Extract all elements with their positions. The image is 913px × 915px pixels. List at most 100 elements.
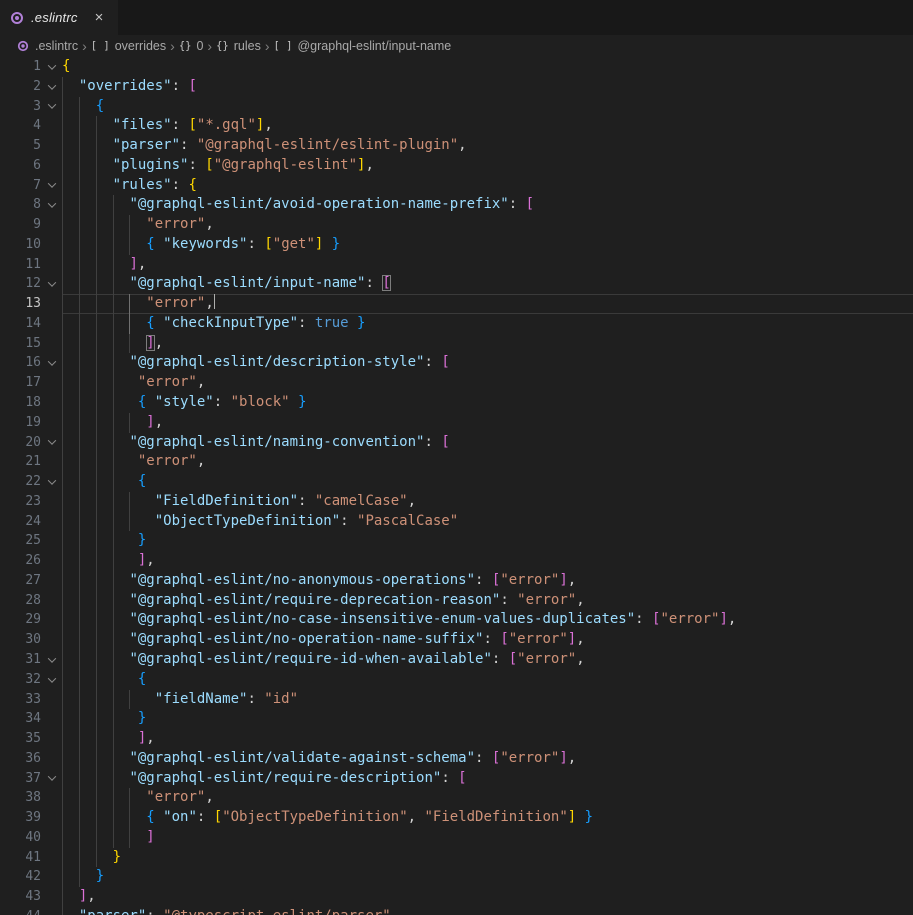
code-line-32[interactable]: 32 { bbox=[0, 670, 913, 690]
fold-chevron-icon[interactable] bbox=[41, 195, 62, 215]
code-line-20[interactable]: 20 "@graphql-eslint/naming-convention": … bbox=[0, 433, 913, 453]
code-text[interactable]: "fieldName": "id" bbox=[62, 690, 913, 710]
code-line-13[interactable]: 13 "error", bbox=[0, 294, 913, 314]
code-text[interactable]: "plugins": ["@graphql-eslint"], bbox=[62, 156, 913, 176]
code-text[interactable]: "@graphql-eslint/no-anonymous-operations… bbox=[62, 571, 913, 591]
breadcrumb-item--eslintrc[interactable]: .eslintrc bbox=[16, 39, 78, 53]
code-text[interactable]: "overrides": [ bbox=[62, 77, 913, 97]
code-line-8[interactable]: 8 "@graphql-eslint/avoid-operation-name-… bbox=[0, 195, 913, 215]
fold-chevron-icon[interactable] bbox=[41, 769, 62, 789]
code-text[interactable]: "@graphql-eslint/require-id-when-availab… bbox=[62, 650, 913, 670]
code-text[interactable]: "@graphql-eslint/description-style": [ bbox=[62, 353, 913, 373]
code-text[interactable]: } bbox=[62, 531, 913, 551]
code-line-39[interactable]: 39 { "on": ["ObjectTypeDefinition", "Fie… bbox=[0, 808, 913, 828]
fold-chevron-icon[interactable] bbox=[41, 97, 62, 117]
code-text[interactable]: { "keywords": ["get"] } bbox=[62, 235, 913, 255]
fold-chevron-icon[interactable] bbox=[41, 57, 62, 77]
code-text[interactable]: "@graphql-eslint/require-description": [ bbox=[62, 769, 913, 789]
code-line-42[interactable]: 42 } bbox=[0, 867, 913, 887]
code-text[interactable]: { bbox=[62, 97, 913, 117]
code-line-18[interactable]: 18 { "style": "block" } bbox=[0, 393, 913, 413]
code-text[interactable]: "rules": { bbox=[62, 176, 913, 196]
code-text[interactable]: "@graphql-eslint/naming-convention": [ bbox=[62, 433, 913, 453]
code-text[interactable]: { bbox=[62, 472, 913, 492]
code-text[interactable]: ], bbox=[62, 255, 913, 275]
code-line-1[interactable]: 1{ bbox=[0, 57, 913, 77]
code-line-26[interactable]: 26 ], bbox=[0, 551, 913, 571]
fold-chevron-icon[interactable] bbox=[41, 176, 62, 196]
fold-chevron-icon[interactable] bbox=[41, 353, 62, 373]
fold-chevron-icon[interactable] bbox=[41, 274, 62, 294]
fold-chevron-icon[interactable] bbox=[41, 670, 62, 690]
code-text[interactable]: "files": ["*.gql"], bbox=[62, 116, 913, 136]
code-text[interactable]: "parser": "@graphql-eslint/eslint-plugin… bbox=[62, 136, 913, 156]
code-text[interactable]: ], bbox=[62, 334, 913, 354]
code-line-7[interactable]: 7 "rules": { bbox=[0, 176, 913, 196]
code-line-15[interactable]: 15 ], bbox=[0, 334, 913, 354]
code-line-12[interactable]: 12 "@graphql-eslint/input-name": [ bbox=[0, 274, 913, 294]
code-line-17[interactable]: 17 "error", bbox=[0, 373, 913, 393]
code-line-11[interactable]: 11 ], bbox=[0, 255, 913, 275]
code-line-21[interactable]: 21 "error", bbox=[0, 452, 913, 472]
code-line-6[interactable]: 6 "plugins": ["@graphql-eslint"], bbox=[0, 156, 913, 176]
code-text[interactable]: } bbox=[62, 848, 913, 868]
code-text[interactable]: "@graphql-eslint/avoid-operation-name-pr… bbox=[62, 195, 913, 215]
code-text[interactable]: "error", bbox=[62, 452, 913, 472]
code-line-40[interactable]: 40 ] bbox=[0, 828, 913, 848]
code-line-43[interactable]: 43 ], bbox=[0, 887, 913, 907]
code-text[interactable]: { "on": ["ObjectTypeDefinition", "FieldD… bbox=[62, 808, 913, 828]
code-text[interactable]: { "checkInputType": true } bbox=[62, 314, 913, 334]
code-line-28[interactable]: 28 "@graphql-eslint/require-deprecation-… bbox=[0, 591, 913, 611]
code-text[interactable]: ], bbox=[62, 887, 913, 907]
code-text[interactable]: "@graphql-eslint/input-name": [ bbox=[62, 274, 913, 294]
code-line-19[interactable]: 19 ], bbox=[0, 413, 913, 433]
code-line-37[interactable]: 37 "@graphql-eslint/require-description"… bbox=[0, 769, 913, 789]
code-line-35[interactable]: 35 ], bbox=[0, 729, 913, 749]
code-line-34[interactable]: 34 } bbox=[0, 709, 913, 729]
code-text[interactable]: "@graphql-eslint/validate-against-schema… bbox=[62, 749, 913, 769]
breadcrumb-item-0[interactable]: {}0 bbox=[179, 39, 204, 53]
code-text[interactable]: ], bbox=[62, 413, 913, 433]
breadcrumb-item-overrides[interactable]: [ ]overrides bbox=[91, 39, 166, 53]
fold-chevron-icon[interactable] bbox=[41, 472, 62, 492]
breadcrumb-item-rules[interactable]: {}rules bbox=[216, 39, 261, 53]
code-text[interactable]: "error", bbox=[62, 215, 913, 235]
tab-eslintrc[interactable]: .eslintrc × bbox=[0, 0, 118, 35]
code-text[interactable]: { bbox=[62, 670, 913, 690]
code-text[interactable]: "error", bbox=[62, 373, 913, 393]
code-text[interactable]: ], bbox=[62, 551, 913, 571]
code-text[interactable]: { "style": "block" } bbox=[62, 393, 913, 413]
code-line-5[interactable]: 5 "parser": "@graphql-eslint/eslint-plug… bbox=[0, 136, 913, 156]
code-line-16[interactable]: 16 "@graphql-eslint/description-style": … bbox=[0, 353, 913, 373]
code-line-10[interactable]: 10 { "keywords": ["get"] } bbox=[0, 235, 913, 255]
code-line-3[interactable]: 3 { bbox=[0, 97, 913, 117]
code-line-30[interactable]: 30 "@graphql-eslint/no-operation-name-su… bbox=[0, 630, 913, 650]
code-line-9[interactable]: 9 "error", bbox=[0, 215, 913, 235]
fold-chevron-icon[interactable] bbox=[41, 77, 62, 97]
close-icon[interactable]: × bbox=[95, 10, 104, 25]
code-line-38[interactable]: 38 "error", bbox=[0, 788, 913, 808]
code-line-29[interactable]: 29 "@graphql-eslint/no-case-insensitive-… bbox=[0, 610, 913, 630]
code-text[interactable]: } bbox=[62, 709, 913, 729]
code-line-22[interactable]: 22 { bbox=[0, 472, 913, 492]
code-text[interactable]: "@graphql-eslint/no-case-insensitive-enu… bbox=[62, 610, 913, 630]
code-text[interactable]: "error", bbox=[62, 788, 913, 808]
code-text[interactable]: "error", bbox=[62, 294, 913, 314]
code-text[interactable]: } bbox=[62, 867, 913, 887]
code-line-14[interactable]: 14 { "checkInputType": true } bbox=[0, 314, 913, 334]
code-line-23[interactable]: 23 "FieldDefinition": "camelCase", bbox=[0, 492, 913, 512]
code-line-4[interactable]: 4 "files": ["*.gql"], bbox=[0, 116, 913, 136]
code-line-44[interactable]: 44 "parser": "@typescript-eslint/parser" bbox=[0, 907, 913, 915]
code-line-2[interactable]: 2 "overrides": [ bbox=[0, 77, 913, 97]
code-line-25[interactable]: 25 } bbox=[0, 531, 913, 551]
code-text[interactable]: "@graphql-eslint/require-deprecation-rea… bbox=[62, 591, 913, 611]
code-text[interactable]: ], bbox=[62, 729, 913, 749]
code-text[interactable]: "ObjectTypeDefinition": "PascalCase" bbox=[62, 512, 913, 532]
code-text[interactable]: "parser": "@typescript-eslint/parser" bbox=[62, 907, 913, 915]
code-text[interactable]: { bbox=[62, 57, 913, 77]
code-line-41[interactable]: 41 } bbox=[0, 848, 913, 868]
code-line-33[interactable]: 33 "fieldName": "id" bbox=[0, 690, 913, 710]
fold-chevron-icon[interactable] bbox=[41, 650, 62, 670]
fold-chevron-icon[interactable] bbox=[41, 433, 62, 453]
code-line-31[interactable]: 31 "@graphql-eslint/require-id-when-avai… bbox=[0, 650, 913, 670]
